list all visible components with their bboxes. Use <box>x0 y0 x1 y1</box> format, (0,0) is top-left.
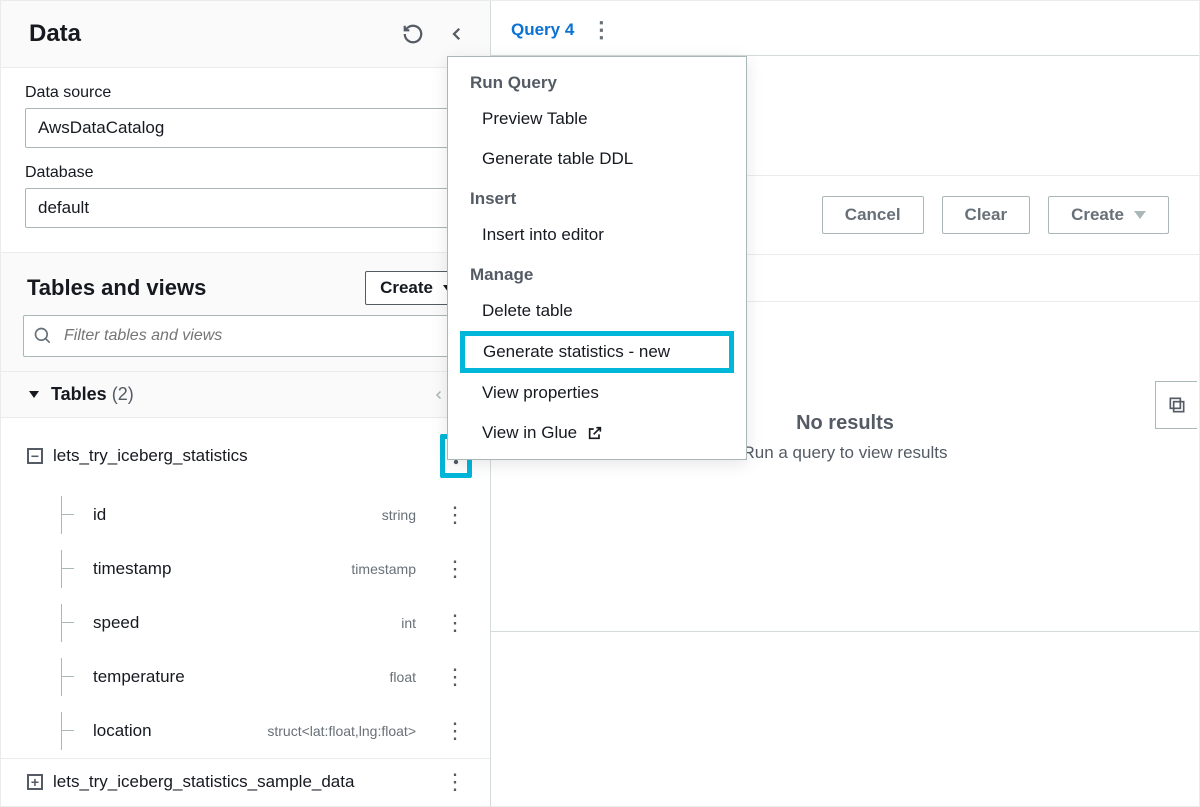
menu-item-preview-table[interactable]: Preview Table <box>448 99 746 139</box>
table-row[interactable]: + lets_try_iceberg_statistics_sample_dat… <box>1 758 490 805</box>
chevron-left-icon <box>448 23 466 45</box>
database-label: Database <box>25 164 466 182</box>
column-actions-button[interactable]: ⋮ <box>438 664 472 690</box>
menu-item-generate-statistics[interactable]: Generate statistics - new <box>460 331 734 373</box>
column-row: timestamp timestamp ⋮ <box>1 542 490 596</box>
sidebar-header: Data <box>1 1 490 68</box>
table-context-menu: Run Query Preview Table Generate table D… <box>447 56 747 460</box>
column-type: string <box>382 507 416 523</box>
column-type: struct<lat:float,lng:float> <box>267 723 416 739</box>
create-label: Create <box>380 278 433 298</box>
filter-input[interactable] <box>23 315 468 357</box>
column-actions-button[interactable]: ⋮ <box>438 610 472 636</box>
menu-item-view-in-glue[interactable]: View in Glue <box>448 413 746 453</box>
external-link-icon <box>587 425 603 441</box>
refresh-icon <box>402 23 424 45</box>
tables-tree: − lets_try_iceberg_statistics id string ⋮… <box>1 418 490 806</box>
refresh-button[interactable] <box>398 19 428 49</box>
sidebar-title: Data <box>29 20 81 48</box>
expand-icon[interactable]: + <box>27 774 43 790</box>
clear-button[interactable]: Clear <box>942 196 1031 234</box>
table-name: lets_try_iceberg_statistics_sample_data <box>53 772 354 792</box>
menu-group-title: Insert <box>448 179 746 215</box>
caret-down-icon <box>1134 211 1146 219</box>
tab-query[interactable]: Query 4 ⋮ <box>503 7 626 57</box>
column-actions-button[interactable]: ⋮ <box>438 718 472 744</box>
copy-icon <box>1167 395 1187 415</box>
datasource-select[interactable]: AwsDataCatalog <box>25 108 466 148</box>
search-icon <box>33 326 53 346</box>
datasource-label: Data source <box>25 84 466 102</box>
divider <box>491 631 1199 632</box>
tabs-bar: Query 4 ⋮ <box>491 1 1199 56</box>
menu-group-title: Manage <box>448 255 746 291</box>
column-name: timestamp <box>93 559 171 579</box>
tables-views-title: Tables and views <box>27 275 206 301</box>
column-type: int <box>401 615 416 631</box>
column-actions-button[interactable]: ⋮ <box>438 502 472 528</box>
menu-item-insert-editor[interactable]: Insert into editor <box>448 215 746 255</box>
data-sidebar: Data Data source AwsDataCatalog Database… <box>1 1 491 806</box>
column-actions-button[interactable]: ⋮ <box>438 556 472 582</box>
column-name: temperature <box>93 667 185 687</box>
column-type: timestamp <box>351 561 416 577</box>
table-row[interactable]: − lets_try_iceberg_statistics <box>1 424 490 488</box>
sidebar-form: Data source AwsDataCatalog Database defa… <box>1 68 490 253</box>
collapse-sidebar-button[interactable] <box>444 19 470 49</box>
menu-item-delete-table[interactable]: Delete table <box>448 291 746 331</box>
table-actions-button[interactable]: ⋮ <box>438 769 472 795</box>
database-select[interactable]: default <box>25 188 466 228</box>
menu-item-view-properties[interactable]: View properties <box>448 373 746 413</box>
column-name: speed <box>93 613 139 633</box>
tab-actions-button[interactable]: ⋮ <box>584 17 618 43</box>
column-name: location <box>93 721 152 741</box>
datasource-value: AwsDataCatalog <box>38 118 164 138</box>
column-row: speed int ⋮ <box>1 596 490 650</box>
tables-header: Tables (2) 1 <box>1 372 490 418</box>
menu-group-title: Run Query <box>448 63 746 99</box>
tab-label: Query 4 <box>511 20 574 40</box>
tables-count: (2) <box>112 384 134 404</box>
caret-down-icon[interactable] <box>29 391 39 398</box>
column-row: location struct<lat:float,lng:float> ⋮ <box>1 704 490 758</box>
cancel-button[interactable]: Cancel <box>822 196 924 234</box>
column-row: temperature float ⋮ <box>1 650 490 704</box>
table-name: lets_try_iceberg_statistics <box>53 446 248 466</box>
column-row: id string ⋮ <box>1 488 490 542</box>
tables-views-header: Tables and views Create <box>1 253 490 315</box>
copy-results-button[interactable] <box>1155 381 1197 429</box>
create-button[interactable]: Create <box>1048 196 1169 234</box>
column-name: id <box>93 505 106 525</box>
tables-heading: Tables <box>51 384 107 404</box>
collapse-icon[interactable]: − <box>27 448 43 464</box>
database-value: default <box>38 198 89 218</box>
menu-item-label: View in Glue <box>482 423 577 443</box>
column-type: float <box>390 669 416 685</box>
menu-item-generate-ddl[interactable]: Generate table DDL <box>448 139 746 179</box>
chevron-left-icon[interactable] <box>433 386 445 404</box>
